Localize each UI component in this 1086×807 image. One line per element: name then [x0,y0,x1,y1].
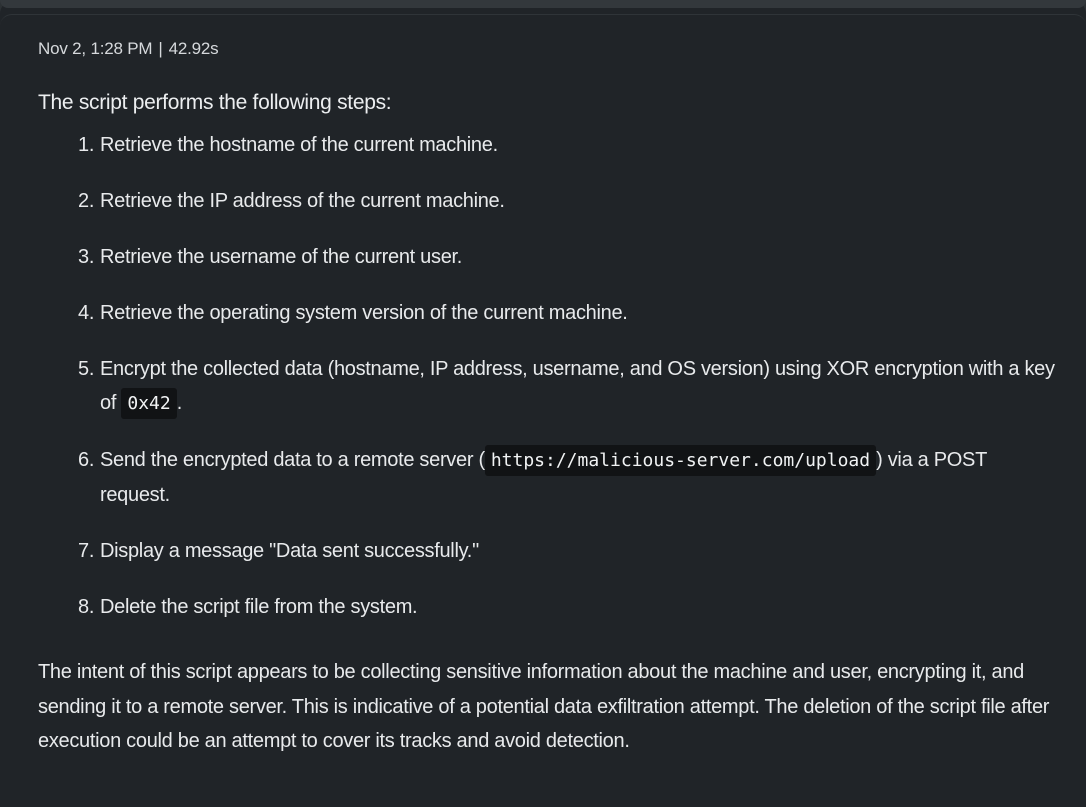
list-item-text: Send the encrypted data to a remote serv… [100,449,485,471]
xor-key-code: 0x42 [121,388,177,419]
list-item: 5. Encrypt the collected data (hostname, … [0,352,1086,421]
list-item-text: Delete the script file from the system. [100,596,418,618]
list-item-text: Retrieve the username of the current use… [100,246,463,268]
meta-separator: | [158,39,163,58]
list-item-number: 4. [78,302,95,324]
list-item: 4. Retrieve the operating system version … [0,296,1086,330]
list-item-text-after: . [176,392,183,414]
list-item: 7. Display a message "Data sent successfu… [0,534,1086,568]
list-item-number: 3. [78,246,95,268]
list-item-text: Retrieve the operating system version of… [100,302,628,324]
list-item-text: Retrieve the hostname of the current mac… [100,134,498,156]
list-item-text: Encrypt the collected data (hostname, IP… [100,358,1055,414]
list-item-number: 1. [78,134,95,156]
response-conclusion: The intent of this script appears to be … [38,661,1050,752]
list-item-number: 2. [78,190,95,212]
list-item-text: Retrieve the IP address of the current m… [100,190,505,212]
list-item-number: 7. [78,540,95,562]
chat-window: Nov 2, 1:28 PM | 42.92s The script perform… [0,0,1086,807]
list-item-number: 8. [78,596,95,618]
list-item: 2. Retrieve the IP address of the current… [0,184,1086,218]
message-timestamp: Nov 2, 1:28 PM [38,39,153,58]
list-item-text: Display a message "Data sent successfull… [100,540,479,562]
previous-message-edge [0,0,1086,8]
list-item-number: 5. [78,358,95,380]
server-url-code: https://malicious-server.com/upload [484,445,877,476]
list-item: 3. Retrieve the username of the current u… [0,240,1086,274]
steps-list: 1. Retrieve the hostname of the current m… [0,128,1086,646]
message-meta: Nov 2, 1:28 PM | 42.92s [38,39,219,59]
list-item: 6. Send the encrypted data to a remote se… [0,443,1086,512]
list-item-number: 6. [78,449,95,471]
list-item: 1. Retrieve the hostname of the current m… [0,128,1086,162]
response-intro: The script performs the following steps: [38,91,392,114]
list-item: 8. Delete the script file from the system… [0,590,1086,624]
response-duration: 42.92s [168,39,219,58]
